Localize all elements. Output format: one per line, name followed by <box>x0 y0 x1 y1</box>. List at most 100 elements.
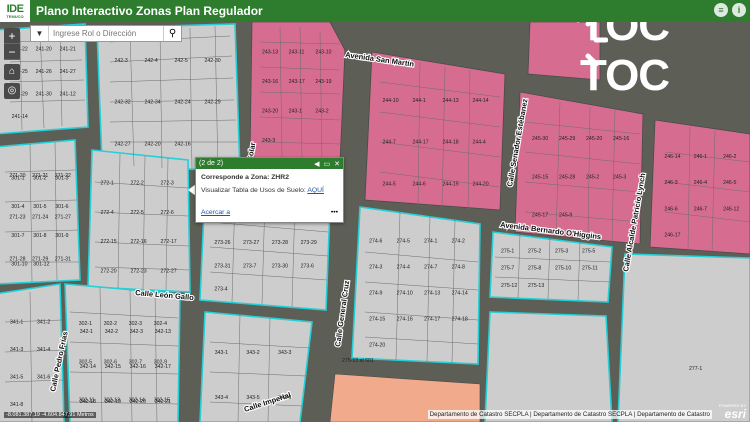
lot-label: 246-4 <box>694 180 707 186</box>
search-source-dropdown[interactable]: ▼ <box>31 26 49 41</box>
lot-label: 246-5 <box>723 180 736 186</box>
lot-label: 241-26 <box>36 69 52 75</box>
lot-label: 246-17 <box>664 233 680 239</box>
lot-label: 301-3 <box>55 175 68 181</box>
lot-label: 342-21 <box>155 399 171 405</box>
lot-label: 272-6 <box>161 210 174 216</box>
lot-label: 301-10 <box>11 262 27 268</box>
info-icon[interactable]: i <box>732 3 746 17</box>
lot-label: 275-11 <box>582 266 598 272</box>
lot-label: 273-29 <box>301 240 317 246</box>
lot-label: 244-1 <box>413 98 426 104</box>
lot-label: 274-1 <box>424 239 437 245</box>
lot-label: 271-23 <box>9 215 25 221</box>
lot-label: 242-3 <box>115 58 128 64</box>
search-button[interactable]: ⚲ <box>163 26 181 41</box>
popup-table-text: Visualizar Tabla de Usos de Suelo: <box>201 187 308 194</box>
zoom-to-link[interactable]: Acercar a <box>201 209 230 216</box>
attribution: Departamento de Catastro SECPLA | Depart… <box>427 410 712 419</box>
lot-label: 342-16 <box>130 364 146 370</box>
watermark-line-2: TOC <box>580 51 670 100</box>
lot-label: 245-3 <box>613 174 626 180</box>
layers-icon[interactable]: ≡ <box>714 3 728 17</box>
lot-label: 272-3 <box>161 181 174 187</box>
popup-header: (2 de 2) ◀ ▭ ✕ <box>196 158 343 169</box>
lot-label: 243-2 <box>315 109 328 115</box>
caret-down-icon: ▼ <box>35 29 44 38</box>
popup-table-link[interactable]: AQUÍ <box>307 187 324 194</box>
lot-label: 273-28 <box>272 240 288 246</box>
coordinate-readout: -8.081.387,19 -4.604.847,91 Metros <box>4 412 96 418</box>
lot-label: 241-30 <box>36 92 52 98</box>
lot-label: 301-12 <box>33 262 49 268</box>
lot-label: 244-18 <box>443 140 459 146</box>
lot-label: 245-20 <box>586 136 602 142</box>
lot-label: 301-7 <box>11 233 24 239</box>
lot-label: 275-3 <box>555 248 568 254</box>
lot-label: 274-14 <box>452 291 468 297</box>
previous-icon[interactable]: ◀ <box>314 160 319 168</box>
header-tools: ≡ i <box>714 3 746 17</box>
lot-label: 245-30 <box>532 136 548 142</box>
more-options-button[interactable]: ••• <box>331 209 338 216</box>
lot-label: 242-27 <box>115 141 131 147</box>
home-icon: ⌂ <box>8 66 16 77</box>
lot-label: 343-6 <box>278 395 291 401</box>
lot-label: 301-5 <box>33 204 46 210</box>
maximize-icon[interactable]: ▭ <box>324 160 331 168</box>
lot-label: 275-5 <box>582 248 595 254</box>
lot-label: 342-2 <box>105 329 118 335</box>
esri-text: esri <box>724 407 746 421</box>
lot-label: 241-14 <box>12 114 28 120</box>
lot-label: 242-30 <box>205 58 221 64</box>
lot-label: 272-16 <box>131 239 147 245</box>
lot-label: 343-5 <box>246 395 259 401</box>
lot-label: 301-9 <box>55 233 68 239</box>
lot-label: 243-10 <box>315 50 331 56</box>
lot-label: 274-13 <box>424 291 440 297</box>
home-button[interactable]: ⌂ <box>4 64 20 80</box>
zoom-controls: + − <box>4 28 20 60</box>
lot-label: 245-17 <box>532 213 548 219</box>
lot-label: 274-9 <box>369 291 382 297</box>
lot-label: 243-13 <box>262 50 278 56</box>
lot-label: 274-18 <box>452 317 468 323</box>
lot-label: 273-7 <box>243 263 256 269</box>
lot-label: 245-16 <box>613 136 629 142</box>
lot-label: 242-32 <box>115 100 131 106</box>
lot-label: 244-7 <box>383 140 396 146</box>
lot-label: 275-8 <box>528 266 541 272</box>
block-245 <box>514 91 644 245</box>
lot-label: 241-12 <box>60 92 76 98</box>
lot-label: 302-4 <box>154 321 167 327</box>
lot-label: 341-5 <box>10 375 23 381</box>
lot-label: 341-8 <box>10 402 23 408</box>
locate-button[interactable]: ◎ <box>4 83 20 99</box>
lot-label: 244-17 <box>413 140 429 146</box>
lot-label: 272-1 <box>101 181 114 187</box>
lot-label: 343-4 <box>215 395 228 401</box>
lot-label: 242-5 <box>175 58 188 64</box>
lot-label: 243-3 <box>262 138 275 144</box>
logo-subtext: TEMUCO <box>6 13 24 19</box>
lot-label: 275-10 <box>555 266 571 272</box>
lot-label: 244-19 <box>443 181 459 187</box>
lot-label: 241-20 <box>36 47 52 53</box>
close-icon[interactable]: ✕ <box>334 160 340 168</box>
lot-label: 275-2 <box>528 248 541 254</box>
lot-label: 243-19 <box>315 79 331 85</box>
zoom-out-button[interactable]: − <box>4 44 20 60</box>
lot-label: 243-17 <box>289 79 305 85</box>
lot-label: 341-6 <box>37 375 50 381</box>
ide-logo[interactable]: IDE TEMUCO <box>0 0 30 22</box>
lot-label: 245-28 <box>559 174 575 180</box>
search-icon: ⚲ <box>168 28 177 39</box>
app-root: IDE TEMUCO Plano Interactivo Zonas Plan … <box>0 0 750 422</box>
lot-label: 244-6 <box>413 181 426 187</box>
zoom-in-button[interactable]: + <box>4 28 20 44</box>
locate-icon: ◎ <box>7 85 17 96</box>
lot-label: 273-26 <box>214 240 230 246</box>
search-input[interactable] <box>49 26 163 41</box>
lot-label: 274-6 <box>369 239 382 245</box>
lot-label: 244-14 <box>473 98 489 104</box>
